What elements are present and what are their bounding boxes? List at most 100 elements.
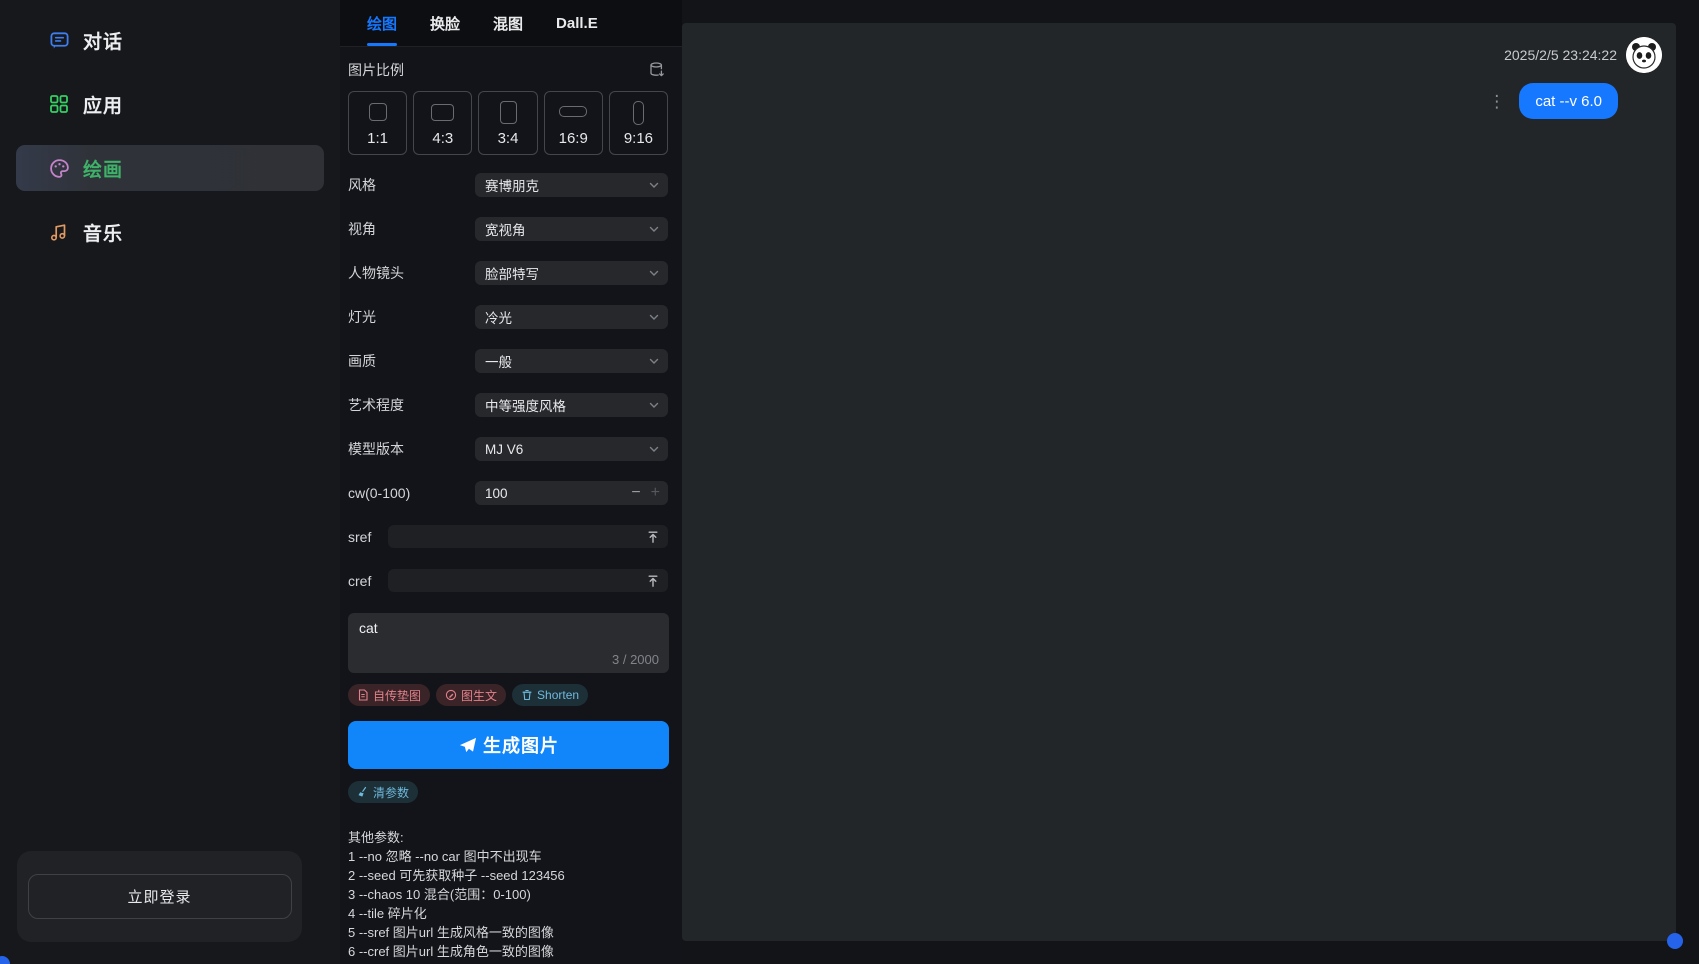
cw-decrement-button[interactable]: − (626, 484, 645, 502)
character-shot-label: 人物镜头 (348, 263, 404, 283)
apps-icon (48, 93, 70, 115)
cref-upload-input[interactable] (388, 569, 668, 592)
chevron-down-icon (648, 223, 660, 235)
sidebar-item-music[interactable]: 音乐 (16, 209, 324, 255)
sidebar-item-label: 对话 (83, 27, 123, 54)
ratio-button-3-4[interactable]: 3:4 (478, 91, 537, 155)
quality-label: 画质 (348, 351, 376, 371)
chevron-down-icon (648, 267, 660, 279)
tip-line: 5 --sref 图片url 生成风格一致的图像 (348, 923, 668, 942)
chat-icon (48, 29, 70, 51)
tab-blend[interactable]: 混图 (493, 0, 523, 46)
style-select[interactable]: 赛博朋克 (475, 173, 668, 197)
tab-dalle[interactable]: Dall.E (556, 0, 598, 46)
character-shot-select[interactable]: 脸部特写 (475, 261, 668, 285)
self-upload-base-image-badge[interactable]: 自传垫图 (348, 684, 430, 706)
login-button[interactable]: 立即登录 (28, 874, 292, 919)
tips-title: 其他参数: (348, 828, 668, 847)
message-timestamp: 2025/2/5 23:24:22 (1504, 47, 1617, 63)
tip-line: 2 --seed 可先获取种子 --seed 123456 (348, 866, 668, 885)
cw-value[interactable]: 100 (485, 486, 626, 501)
prompt-value: cat (359, 620, 378, 636)
floating-widget-bottom-left[interactable] (0, 956, 10, 964)
ratio-button-16-9[interactable]: 16:9 (544, 91, 603, 155)
broom-icon (357, 786, 369, 798)
view-angle-select[interactable]: 宽视角 (475, 217, 668, 241)
tip-line: 3 --chaos 10 混合(范围：0-100) (348, 885, 668, 904)
image-pen-icon (445, 689, 457, 701)
tip-line: 4 --tile 碎片化 (348, 904, 668, 923)
sidebar-item-chat[interactable]: 对话 (16, 17, 324, 63)
style-label: 风格 (348, 175, 376, 195)
sidebar-item-drawing[interactable]: 绘画 (16, 145, 324, 191)
ratio-shape-icon (633, 101, 644, 125)
clear-params-badge[interactable]: 清参数 (348, 781, 418, 803)
sidebar-item-apps[interactable]: 应用 (16, 81, 324, 127)
ratio-section-label: 图片比例 (348, 60, 404, 80)
prompt-textarea[interactable]: cat 3 / 2000 (348, 613, 669, 673)
upload-icon[interactable] (646, 574, 660, 588)
sidebar-item-label: 音乐 (83, 219, 123, 246)
floating-widget-bottom-right[interactable] (1667, 933, 1683, 949)
app-window: 对话 应用 (0, 0, 1699, 964)
paper-plane-icon (458, 736, 477, 755)
sref-upload-input[interactable] (388, 525, 668, 548)
ratio-button-1-1[interactable]: 1:1 (348, 91, 407, 155)
sidebar: 对话 应用 (0, 0, 340, 964)
message-meta: 2025/2/5 23:24:22 (1504, 37, 1662, 73)
chevron-down-icon (648, 443, 660, 455)
login-card: 立即登录 (17, 851, 302, 942)
sidebar-item-label: 绘画 (83, 155, 123, 182)
other-params-tips: 其他参数: 1 --no 忽略 --no car 图中不出现车 2 --seed… (348, 828, 668, 961)
tab-face-swap[interactable]: 换脸 (430, 0, 460, 46)
generate-image-button[interactable]: 生成图片 (348, 721, 669, 769)
sidebar-item-label: 应用 (83, 91, 123, 118)
lighting-select[interactable]: 冷光 (475, 305, 668, 329)
import-presets-icon[interactable] (646, 59, 668, 81)
chevron-down-icon (648, 179, 660, 191)
palette-icon (48, 157, 70, 179)
user-avatar[interactable] (1626, 37, 1662, 73)
cref-label: cref (348, 573, 371, 589)
upload-icon[interactable] (646, 530, 660, 544)
ratio-shape-icon (559, 106, 587, 117)
ratio-shape-icon (431, 104, 454, 121)
ratio-button-4-3[interactable]: 4:3 (413, 91, 472, 155)
art-level-label: 艺术程度 (348, 395, 404, 415)
chevron-down-icon (648, 399, 660, 411)
shorten-icon (521, 689, 533, 701)
tip-line: 1 --no 忽略 --no car 图中不出现车 (348, 847, 668, 866)
model-version-label: 模型版本 (348, 439, 404, 459)
ratio-button-9-16[interactable]: 9:16 (609, 91, 668, 155)
model-version-select[interactable]: MJ V6 (475, 437, 668, 461)
quality-select[interactable]: 一般 (475, 349, 668, 373)
chat-area: 2025/2/5 23:24:22 ⋮ cat --v 6.0 (682, 23, 1676, 941)
badge-row: 自传垫图 图生文 Shorten (348, 684, 668, 706)
ratio-shape-icon (369, 103, 387, 121)
document-icon (357, 689, 369, 701)
art-level-select[interactable]: 中等强度风格 (475, 393, 668, 417)
settings-panel: 绘图 换脸 混图 Dall.E 图片比例 1:1 (340, 0, 682, 964)
ratio-shape-icon (500, 101, 517, 124)
panda-avatar-icon (1626, 37, 1662, 73)
chevron-down-icon (648, 355, 660, 367)
message-row: ⋮ cat --v 6.0 (1488, 83, 1618, 119)
chevron-down-icon (648, 311, 660, 323)
user-message-bubble[interactable]: cat --v 6.0 (1519, 83, 1618, 119)
image-to-text-badge[interactable]: 图生文 (436, 684, 506, 706)
sref-label: sref (348, 529, 371, 545)
tip-line: 6 --cref 图片url 生成角色一致的图像 (348, 942, 668, 961)
tab-draw[interactable]: 绘图 (367, 0, 397, 46)
music-icon (48, 221, 70, 243)
char-counter: 3 / 2000 (612, 652, 659, 667)
tab-bar: 绘图 换脸 混图 Dall.E (340, 0, 682, 47)
cw-label: cw(0-100) (348, 485, 410, 501)
view-angle-label: 视角 (348, 219, 376, 239)
cw-increment-button[interactable]: + (646, 484, 660, 502)
aspect-ratio-group: 1:1 4:3 3:4 16:9 9:16 (348, 91, 668, 155)
cw-stepper: 100 − + (475, 481, 668, 505)
lighting-label: 灯光 (348, 307, 376, 327)
shorten-badge[interactable]: Shorten (512, 684, 588, 706)
message-menu-icon[interactable]: ⋮ (1488, 93, 1505, 110)
sidebar-nav: 对话 应用 (0, 0, 340, 255)
